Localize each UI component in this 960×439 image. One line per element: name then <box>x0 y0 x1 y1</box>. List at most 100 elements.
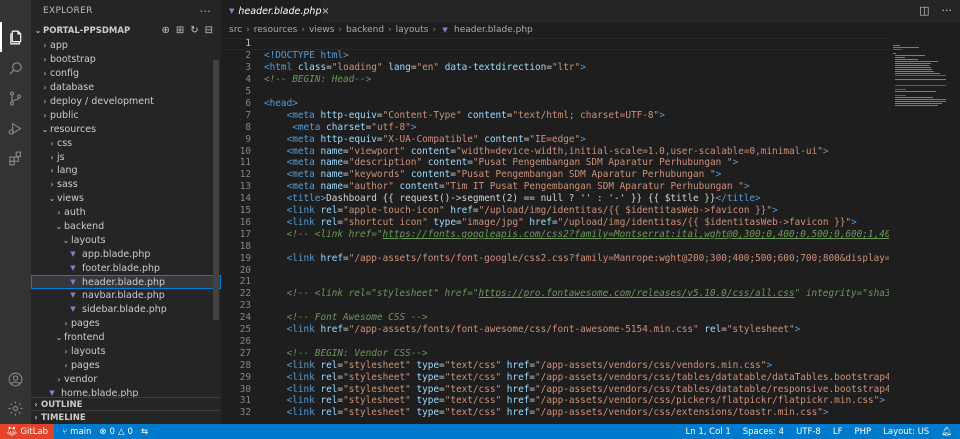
tree-file[interactable]: ▼ sidebar.blade.php <box>31 303 221 317</box>
code-line[interactable]: 26 <box>221 336 889 348</box>
keyboard-layout[interactable]: Layout: US <box>883 427 929 437</box>
new-folder-icon[interactable]: ⊞ <box>176 25 184 36</box>
account-icon[interactable] <box>0 364 31 394</box>
encoding[interactable]: UTF-8 <box>796 427 821 437</box>
gitlab-status[interactable]: 🦊︎ GitLab <box>0 424 55 439</box>
tree-folder[interactable]: › lang <box>31 164 221 178</box>
code-line[interactable]: 10 <meta name="viewport" content="width=… <box>221 145 889 157</box>
project-root[interactable]: ⌄ PORTAL-PPSDMAP ⊕ ⊞ ↻ ⊟ <box>31 22 221 39</box>
code-line[interactable]: 32 <link rel="stylesheet" type="text/css… <box>221 407 889 419</box>
branch-status[interactable]: ⑂ main <box>62 427 91 437</box>
problems-status[interactable]: ⊗ 0 △ 0 <box>99 427 133 437</box>
tree-folder[interactable]: › vendor <box>31 372 221 386</box>
code-line[interactable]: 14 <title>Dashboard {{ request()->segmen… <box>221 193 889 205</box>
code-line[interactable]: 4 <!-- BEGIN: Head--> <box>221 74 889 86</box>
tree-file[interactable]: ▼ app.blade.php <box>31 247 221 261</box>
code-token: "stylesheet" <box>343 383 411 395</box>
code-line[interactable]: 23 <box>221 300 889 312</box>
files-icon[interactable] <box>0 22 31 52</box>
line-number: 7 <box>245 109 251 121</box>
tree-item-label: sidebar.blade.php <box>82 304 167 316</box>
tree-folder[interactable]: › layouts <box>31 345 221 359</box>
tree-file[interactable]: ▼ footer.blade.php <box>31 261 221 275</box>
code-line[interactable]: 28 <link rel="stylesheet" type="text/css… <box>221 359 889 371</box>
tree-folder[interactable]: › app <box>31 39 221 53</box>
outline-section[interactable]: › OUTLINE <box>31 397 221 411</box>
tree-folder[interactable]: ⌄ resources <box>31 122 221 136</box>
collapse-all-icon[interactable]: ⊟ <box>205 25 213 36</box>
code-line[interactable]: 2 <!DOCTYPE html> <box>221 50 889 62</box>
code-line[interactable]: 12 <meta name="keywords" content="Pusat … <box>221 169 889 181</box>
tree-folder[interactable]: › config <box>31 67 221 81</box>
sync-status[interactable]: ⇆ <box>141 427 148 437</box>
notifications-icon[interactable]: 🔔︎ <box>941 427 952 437</box>
language-mode[interactable]: PHP <box>854 427 871 437</box>
code-line[interactable]: 11 <meta name="description" content="Pus… <box>221 157 889 169</box>
code-editor[interactable]: 1 2 <!DOCTYPE html> 3 <html class="loading" … <box>221 37 889 424</box>
tree-folder[interactable]: › public <box>31 108 221 122</box>
code-line[interactable]: 3 <html class="loading" lang="en" data-te… <box>221 62 889 74</box>
breadcrumb-item[interactable]: src <box>229 25 242 35</box>
code-line[interactable]: 18 <box>221 240 889 252</box>
code-line[interactable]: 30 <link rel="stylesheet" type="text/css… <box>221 383 889 395</box>
breadcrumb-item[interactable]: resources <box>254 25 298 35</box>
code-line[interactable]: 25 <link href="/app-assets/fonts/font-aw… <box>221 324 889 336</box>
code-line[interactable]: 8 <meta charset="utf-8"> <box>221 121 889 133</box>
cursor-position[interactable]: Ln 1, Col 1 <box>686 427 731 437</box>
code-line[interactable]: 24 <!-- Font Awesome CSS --> <box>221 312 889 324</box>
timeline-section[interactable]: › TIMELINE <box>31 410 221 424</box>
breadcrumb-item[interactable]: header.blade.php <box>454 25 533 35</box>
code-line[interactable]: 19 <link href="/app-assets/fonts/font-go… <box>221 252 889 264</box>
source-control-icon[interactable] <box>0 83 31 113</box>
tab-header-blade[interactable]: ▼ header.blade.php × <box>221 0 329 23</box>
tree-folder[interactable]: ⌄ views <box>31 192 221 206</box>
more-actions-icon[interactable]: ··· <box>200 5 211 18</box>
code-line[interactable]: 7 <meta http-equiv="Content-Type" conten… <box>221 109 889 121</box>
search-icon[interactable] <box>0 53 31 83</box>
tree-folder[interactable]: › pages <box>31 317 221 331</box>
code-line[interactable]: 27 <!-- BEGIN: Vendor CSS--> <box>221 347 889 359</box>
tree-folder[interactable]: › css <box>31 136 221 150</box>
code-line[interactable]: 9 <meta http-equiv="X-UA-Compatible" con… <box>221 133 889 145</box>
tree-folder[interactable]: › deploy / development <box>31 95 221 109</box>
code-line[interactable]: 5 <box>221 86 889 98</box>
minimap[interactable] <box>889 37 960 424</box>
new-file-icon[interactable]: ⊕ <box>161 25 169 36</box>
code-line[interactable]: 20 <box>221 264 889 276</box>
tree-folder[interactable]: › bootstrap <box>31 53 221 67</box>
indentation[interactable]: Spaces: 4 <box>743 427 784 437</box>
run-debug-icon[interactable] <box>0 113 31 143</box>
close-icon[interactable]: × <box>321 6 329 17</box>
code-line[interactable]: 13 <meta name="author" content="Tim IT P… <box>221 181 889 193</box>
more-actions-icon[interactable]: ··· <box>942 4 953 17</box>
breadcrumb-item[interactable]: layouts <box>396 25 429 35</box>
code-line[interactable]: 16 <link rel="shortcut icon" type="image… <box>221 217 889 229</box>
refresh-icon[interactable]: ↻ <box>190 25 198 36</box>
extensions-icon[interactable] <box>0 143 31 173</box>
tree-folder[interactable]: ⌄ frontend <box>31 331 221 345</box>
tree-folder[interactable]: › database <box>31 81 221 95</box>
code-line[interactable]: 21 <box>221 276 889 288</box>
sidebar-scrollbar[interactable] <box>213 60 219 320</box>
end-of-line[interactable]: LF <box>833 427 843 437</box>
breadcrumb-item[interactable]: backend <box>346 25 384 35</box>
code-line[interactable]: 15 <link rel="apple-touch-icon" href="/u… <box>221 205 889 217</box>
code-line[interactable]: 17 <!-- <link href="https://fonts.google… <box>221 228 889 240</box>
code-line[interactable]: 1 <box>221 38 889 50</box>
code-line[interactable]: 31 <link rel="stylesheet" type="text/css… <box>221 395 889 407</box>
split-editor-icon[interactable]: ◫ <box>919 4 929 17</box>
settings-gear-icon[interactable] <box>0 393 31 423</box>
code-token: <link <box>286 216 315 228</box>
tree-folder[interactable]: ⌄ backend <box>31 220 221 234</box>
tree-folder[interactable]: › pages <box>31 358 221 372</box>
code-line[interactable]: 29 <link rel="stylesheet" type="text/css… <box>221 371 889 383</box>
breadcrumb-item[interactable]: views <box>309 25 334 35</box>
code-line[interactable]: 22 <!-- <link rel="stylesheet" href="htt… <box>221 288 889 300</box>
tree-folder[interactable]: ⌄ layouts <box>31 233 221 247</box>
tree-file[interactable]: ▼ navbar.blade.php <box>31 289 221 303</box>
tree-folder[interactable]: › sass <box>31 178 221 192</box>
tree-file[interactable]: ▼ header.blade.php <box>31 275 221 290</box>
code-line[interactable]: 6 <head> <box>221 98 889 110</box>
tree-folder[interactable]: › js <box>31 150 221 164</box>
tree-folder[interactable]: › auth <box>31 206 221 220</box>
